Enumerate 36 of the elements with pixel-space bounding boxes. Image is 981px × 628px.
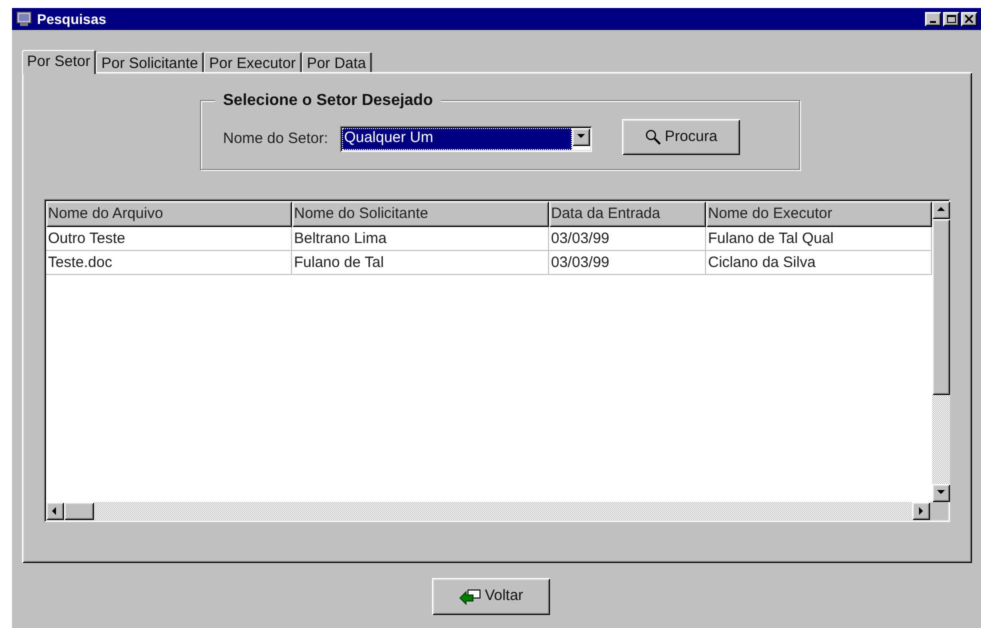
search-button[interactable]: Procura xyxy=(622,119,740,155)
minimize-button[interactable] xyxy=(925,12,941,26)
scroll-down-button[interactable] xyxy=(932,484,950,502)
table-cell: Fulano de Tal xyxy=(292,251,549,274)
scroll-left-button[interactable] xyxy=(46,502,64,520)
tab[interactable]: Por Executor xyxy=(204,52,302,72)
close-button[interactable] xyxy=(961,12,977,26)
close-icon xyxy=(965,15,973,23)
search-icon xyxy=(644,129,661,145)
back-button[interactable]: Voltar xyxy=(432,578,550,615)
horizontal-scrollbar[interactable] xyxy=(46,502,930,520)
column-header[interactable]: Nome do Executor xyxy=(706,201,932,227)
column-header[interactable]: Data da Entrada xyxy=(549,201,706,227)
scroll-up-button[interactable] xyxy=(932,201,950,219)
maximize-button[interactable] xyxy=(943,12,959,26)
window-title: Pesquisas xyxy=(37,10,106,29)
vertical-scrollbar[interactable] xyxy=(932,201,950,502)
scrollbar-corner xyxy=(930,502,948,520)
table-cell: Outro Teste xyxy=(46,227,292,250)
column-header[interactable]: Nome do Solicitante xyxy=(292,201,549,227)
sector-dropdown[interactable]: Qualquer Um xyxy=(340,126,592,152)
scroll-right-button[interactable] xyxy=(912,502,930,520)
dropdown-button[interactable] xyxy=(572,128,590,146)
table-cell: 03/03/99 xyxy=(549,251,706,274)
scroll-thumb[interactable] xyxy=(64,502,94,520)
scroll-thumb[interactable] xyxy=(932,219,950,395)
tab[interactable]: Por Solicitante xyxy=(96,52,204,72)
monitor-icon xyxy=(16,11,32,27)
table-cell: 03/03/99 xyxy=(549,227,706,250)
tab[interactable]: Por Data xyxy=(302,52,372,72)
table-cell: Teste.doc xyxy=(46,251,292,274)
table-cell: Beltrano Lima xyxy=(292,227,549,250)
field-label: Nome do Setor: xyxy=(223,128,328,149)
arrow-icon xyxy=(458,588,481,604)
tab[interactable]: Por Setor xyxy=(22,50,96,74)
column-header[interactable]: Nome do Arquivo xyxy=(46,201,292,227)
